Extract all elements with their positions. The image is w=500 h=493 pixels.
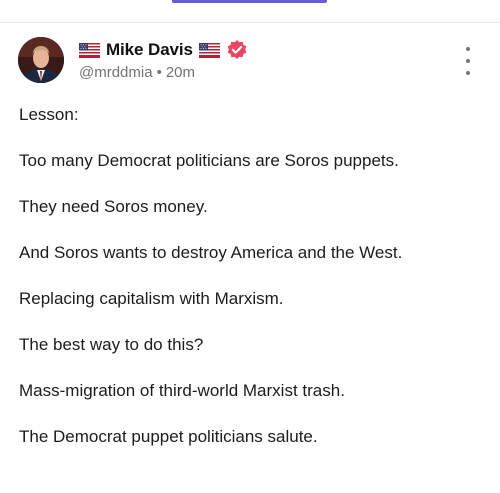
post-paragraph: Lesson: bbox=[19, 105, 79, 124]
verified-badge-icon bbox=[226, 39, 248, 61]
author-name-row: Mike Davis bbox=[79, 38, 248, 62]
more-options-button[interactable] bbox=[458, 47, 478, 75]
post-paragraph: Mass-migration of third-world Marxist tr… bbox=[19, 381, 345, 400]
post: Mike Davis @mrddmia • 20m Lesson: Too ma… bbox=[0, 0, 500, 470]
more-options-dot-icon bbox=[466, 59, 470, 63]
author-display-name[interactable]: Mike Davis bbox=[106, 40, 193, 60]
post-timestamp[interactable]: 20m bbox=[166, 64, 195, 81]
post-paragraph: The best way to do this? bbox=[19, 335, 204, 354]
post-paragraph: They need Soros money. bbox=[19, 197, 208, 216]
meta-separator: • bbox=[156, 64, 162, 81]
post-paragraph: Too many Democrat politicians are Soros … bbox=[19, 151, 399, 170]
avatar[interactable] bbox=[18, 37, 64, 83]
author-handle[interactable]: @mrddmia bbox=[79, 64, 153, 81]
us-flag-icon bbox=[79, 42, 100, 58]
post-paragraph: And Soros wants to destroy America and t… bbox=[19, 243, 403, 262]
more-options-dot-icon bbox=[466, 47, 470, 51]
post-body: Lesson: Too many Democrat politicians ar… bbox=[19, 104, 489, 472]
more-options-dot-icon bbox=[466, 71, 470, 75]
post-paragraph: Replacing capitalism with Marxism. bbox=[19, 289, 284, 308]
author-meta-row: @mrddmia • 20m bbox=[79, 64, 195, 81]
post-paragraph: The Democrat puppet politicians salute. bbox=[19, 427, 318, 446]
us-flag-icon bbox=[198, 42, 220, 58]
